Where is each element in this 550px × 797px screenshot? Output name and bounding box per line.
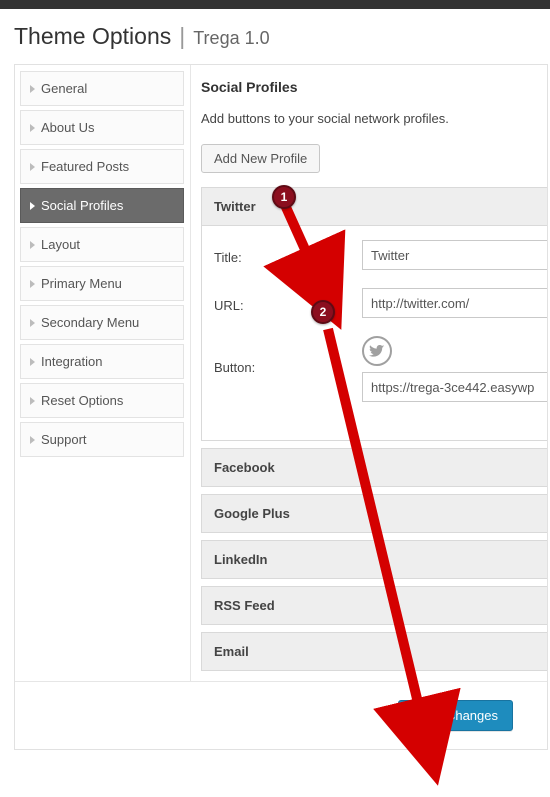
twitter-icon [362,336,392,366]
chevron-right-icon [30,124,35,132]
chevron-right-icon [30,319,35,327]
chevron-right-icon [30,397,35,405]
sidebar-item-reset-options[interactable]: Reset Options [20,383,184,418]
footer-bar: Save Changes [15,681,547,749]
sidebar-item-label: Social Profiles [41,198,123,213]
url-input[interactable] [362,288,547,318]
sidebar-item-primary-menu[interactable]: Primary Menu [20,266,184,301]
sidebar-item-secondary-menu[interactable]: Secondary Menu [20,305,184,340]
field-label-title: Title: [214,245,362,265]
panel-header-rss-feed[interactable]: RSS Feed [201,586,547,625]
chevron-right-icon [30,85,35,93]
sidebar-item-label: Featured Posts [41,159,129,174]
panel-header-google-plus[interactable]: Google Plus [201,494,547,533]
sidebar-item-label: General [41,81,87,96]
sidebar-item-about-us[interactable]: About Us [20,110,184,145]
chevron-right-icon [30,202,35,210]
title-input[interactable] [362,240,547,270]
page-title-text: Theme Options [14,23,171,50]
section-title: Social Profiles [201,79,547,95]
panel-header-linkedin[interactable]: LinkedIn [201,540,547,579]
sidebar-item-label: Reset Options [41,393,123,408]
field-label-url: URL: [214,293,362,313]
panel-header-email[interactable]: Email [201,632,547,671]
panel-header-facebook[interactable]: Facebook [201,448,547,487]
sidebar-item-social-profiles[interactable]: Social Profiles [20,188,184,223]
sidebar-item-label: Layout [41,237,80,252]
chevron-right-icon [30,280,35,288]
sidebar-item-label: About Us [41,120,94,135]
window-topbar [0,0,550,9]
save-changes-button[interactable]: Save Changes [398,700,513,731]
section-description: Add buttons to your social network profi… [201,111,547,126]
chevron-right-icon [30,358,35,366]
chevron-right-icon [30,241,35,249]
sidebar-item-label: Secondary Menu [41,315,139,330]
annotation-badge-1: 1 [272,185,296,209]
content-pane: Social Profiles Add buttons to your soci… [190,65,547,681]
sidebar-item-label: Integration [41,354,102,369]
chevron-right-icon [30,163,35,171]
panel-body-twitter: Title: URL: Button: [201,226,547,441]
title-divider: | [179,23,185,50]
page-title: Theme Options | Trega 1.0 [14,23,550,50]
sidebar-item-featured-posts[interactable]: Featured Posts [20,149,184,184]
sidebar: General About Us Featured Posts Social P… [15,65,190,681]
sidebar-item-layout[interactable]: Layout [20,227,184,262]
sidebar-item-integration[interactable]: Integration [20,344,184,379]
sidebar-item-label: Support [41,432,87,447]
annotation-badge-2: 2 [311,300,335,324]
chevron-right-icon [30,436,35,444]
sidebar-item-general[interactable]: General [20,71,184,106]
sidebar-item-label: Primary Menu [41,276,122,291]
theme-name: Trega 1.0 [193,28,269,49]
button-url-input[interactable] [362,372,547,402]
add-new-profile-button[interactable]: Add New Profile [201,144,320,173]
panel-header-twitter[interactable]: Twitter [201,187,547,226]
field-label-button: Button: [214,336,362,375]
sidebar-item-support[interactable]: Support [20,422,184,457]
